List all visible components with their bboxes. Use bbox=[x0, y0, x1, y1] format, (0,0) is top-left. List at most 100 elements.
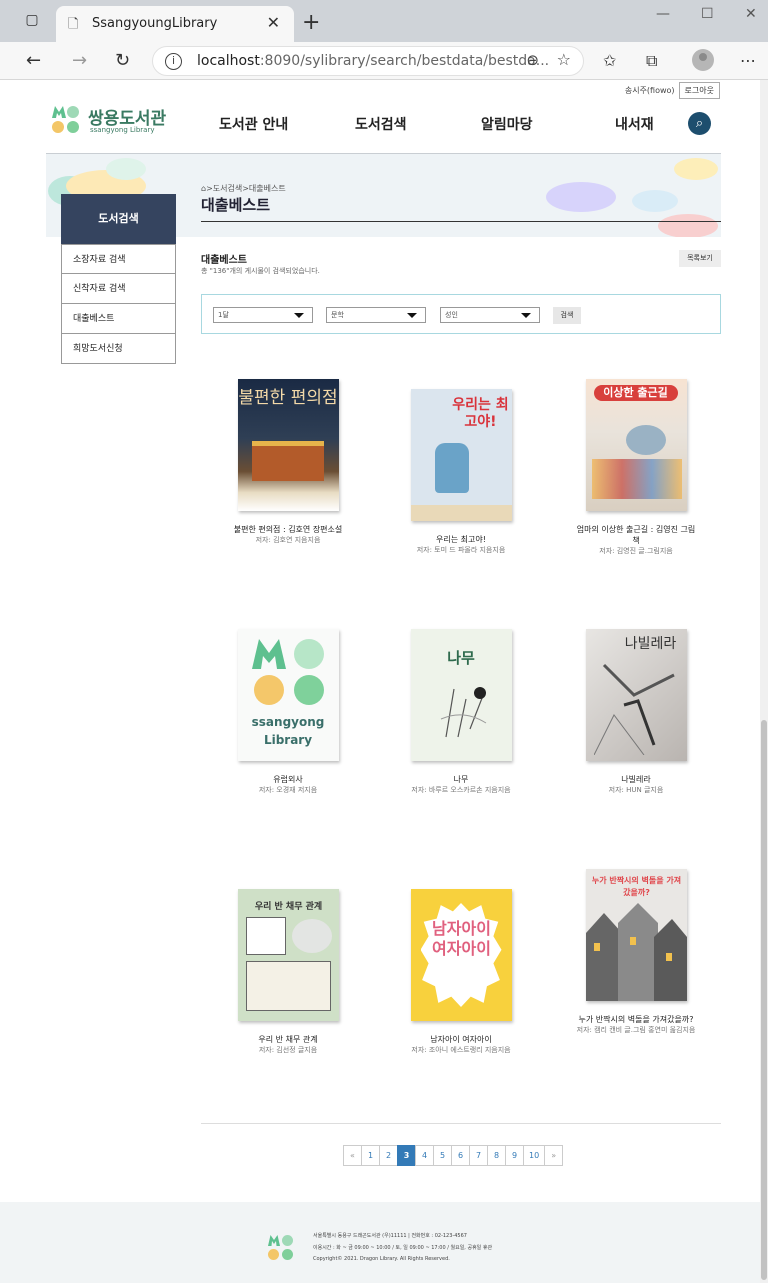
book-item[interactable]: 불편한 편의점 불편한 편의점 : 김호연 장편소설 저자: 김호연 지음지음 bbox=[213, 379, 363, 545]
book-item[interactable]: 남자아이 여자아이 남자아이 여자아이 저자: 조아니 에스트랭리 지음지음 bbox=[386, 889, 536, 1055]
back-icon[interactable]: ← bbox=[26, 50, 41, 71]
book-title[interactable]: 우리는 최고야! bbox=[386, 534, 536, 545]
book-author: 저자: 바루르 오스카르손 지음지음 bbox=[411, 786, 511, 794]
book-cover[interactable]: 우리는 최고야! bbox=[410, 389, 512, 521]
nav-notice[interactable]: 알림마당 bbox=[481, 114, 533, 134]
browser-tabbar: ▢ 🗋 SsangyoungLibrary ✕ + — ☐ ✕ bbox=[0, 0, 768, 42]
nav-library-info[interactable]: 도서관 안내 bbox=[219, 114, 288, 134]
prev-page-button[interactable]: « bbox=[343, 1145, 362, 1166]
cover-title: 나빌레라 bbox=[624, 636, 677, 652]
reload-icon[interactable]: ↻ bbox=[115, 50, 130, 71]
site-info-icon[interactable]: i bbox=[165, 53, 182, 70]
scrollbar-thumb[interactable] bbox=[761, 720, 767, 1280]
page-button[interactable]: 5 bbox=[433, 1145, 452, 1166]
book-cover[interactable]: ssangyong Library bbox=[237, 629, 339, 761]
book-cover[interactable]: 불편한 편의점 bbox=[237, 379, 339, 511]
book-item[interactable]: ssangyong Library 유럽외사 저자: 오경재 저지음 bbox=[213, 629, 363, 795]
cover-art bbox=[585, 903, 687, 1001]
page-scrollbar[interactable] bbox=[760, 80, 768, 1283]
favorites-icon[interactable]: ✩ bbox=[603, 51, 616, 70]
page-button[interactable]: 7 bbox=[469, 1145, 488, 1166]
logout-button[interactable]: 로그아웃 bbox=[678, 82, 720, 99]
footer-hours: 이용시간 : 화 ~ 금 09:00 ~ 10:00 / 토, 일 09:00 … bbox=[313, 1245, 493, 1251]
book-cover[interactable]: 나빌레라 bbox=[585, 629, 687, 761]
cover-title: 남자아이 여자아이 bbox=[432, 919, 491, 958]
breadcrumb: ⌂>도서검색>대출베스트 bbox=[201, 184, 286, 193]
more-menu-icon[interactable]: ⋯ bbox=[740, 51, 756, 70]
book-cover[interactable]: 남자아이 여자아이 bbox=[410, 889, 512, 1021]
new-tab-icon[interactable]: + bbox=[302, 10, 320, 35]
sidebar-item-new-arrivals[interactable]: 신착자료 검색 bbox=[61, 274, 176, 304]
book-title[interactable]: 남자아이 여자아이 bbox=[386, 1034, 536, 1045]
cloud-decoration bbox=[632, 190, 678, 212]
cover-art bbox=[440, 687, 486, 738]
book-title[interactable]: 엄마의 이상한 출근길 : 김영진 그림책 bbox=[561, 524, 711, 546]
sidebar-heading: 도서검색 bbox=[61, 194, 176, 244]
maximize-icon[interactable]: ☐ bbox=[701, 6, 714, 22]
zoom-icon[interactable]: ⊖ bbox=[526, 51, 539, 69]
page-button[interactable]: 8 bbox=[487, 1145, 506, 1166]
close-tab-icon[interactable]: ✕ bbox=[267, 13, 280, 32]
book-title[interactable]: 나빌레라 bbox=[561, 774, 711, 785]
book-author: 저자: 김영진 글.그림지음 bbox=[599, 547, 673, 555]
book-item[interactable]: 누가 반짝시의 벽돌을 가져갔을까? 누가 반짝시의 벽돌을 가져갔을까? 저자… bbox=[561, 869, 711, 1035]
cover-title: 누가 반짝시의 벽돌을 가져갔을까? bbox=[591, 876, 682, 897]
url-field[interactable]: i localhost:8090/sylibrary/search/bestda… bbox=[152, 46, 584, 76]
page-button-active[interactable]: 3 bbox=[397, 1145, 416, 1166]
book-cover[interactable]: 우리 반 채무 관계 bbox=[237, 889, 339, 1021]
page-button[interactable]: 4 bbox=[415, 1145, 434, 1166]
book-item[interactable]: 나무 나무 저자: 바루르 오스카르손 지음지음 bbox=[386, 629, 536, 795]
page-button[interactable]: 1 bbox=[361, 1145, 380, 1166]
cover-title: 우리 반 채무 관계 bbox=[254, 902, 323, 912]
tab-title: SsangyoungLibrary bbox=[92, 16, 218, 31]
book-item[interactable]: 이상한 출근길 엄마의 이상한 출근길 : 김영진 그림책 저자: 김영진 글.… bbox=[561, 379, 711, 556]
chevron-down-icon bbox=[294, 313, 304, 318]
filter-search-button[interactable]: 검색 bbox=[553, 307, 581, 324]
add-favorite-icon[interactable]: ☆ bbox=[557, 50, 571, 69]
search-icon[interactable]: ⌕ bbox=[688, 112, 711, 135]
book-title[interactable]: 불편한 편의점 : 김호연 장편소설 bbox=[213, 524, 363, 535]
browser-tab[interactable]: 🗋 SsangyoungLibrary ✕ bbox=[56, 6, 294, 42]
book-cover[interactable]: 이상한 출근길 bbox=[585, 379, 687, 511]
sidebar-item-book-request[interactable]: 희망도서신청 bbox=[61, 334, 176, 364]
page-button[interactable]: 6 bbox=[451, 1145, 470, 1166]
page-button[interactable]: 2 bbox=[379, 1145, 398, 1166]
next-page-button[interactable]: » bbox=[544, 1145, 564, 1166]
cover-title: 나무 bbox=[447, 649, 475, 667]
sidebar-item-holdings-search[interactable]: 소장자료 검색 bbox=[61, 244, 176, 274]
book-item[interactable]: 나빌레라 나빌레라 저자: HUN 글지음 bbox=[561, 629, 711, 795]
sidebar-item-loan-best[interactable]: 대출베스트 bbox=[61, 304, 176, 334]
site-footer: 서울특별시 동용구 드래곤도서관 (우)11111 | 전화번호 : 02-12… bbox=[0, 1202, 760, 1283]
book-item[interactable]: 우리 반 채무 관계 우리 반 채무 관계 저자: 김선정 글지음 bbox=[213, 889, 363, 1055]
book-cover[interactable]: 나무 bbox=[410, 629, 512, 761]
collections-icon[interactable]: ⧉ bbox=[646, 51, 657, 71]
page-button[interactable]: 10 bbox=[523, 1145, 546, 1166]
list-view-button[interactable]: 목록보기 bbox=[679, 250, 721, 267]
tab-actions-icon[interactable]: ▢ bbox=[24, 12, 40, 28]
book-item[interactable]: 우리는 최고야! 우리는 최고야! 저자: 토미 드 파올라 지음지음 bbox=[386, 389, 536, 555]
cloud-decoration bbox=[546, 182, 616, 212]
nav-book-search[interactable]: 도서검색 bbox=[355, 114, 407, 134]
cover-title: ssangyong Library bbox=[251, 715, 325, 747]
forward-icon[interactable]: → bbox=[72, 50, 87, 71]
book-title[interactable]: 누가 반짝시의 벽돌을 가져갔을까? bbox=[561, 1014, 711, 1025]
genre-select[interactable]: 문학 bbox=[326, 307, 426, 323]
nav-my-library[interactable]: 내서재 bbox=[615, 114, 654, 134]
book-author: 저자: 캠리 캔비 글.그림 홍연미 옮김지음 bbox=[576, 1026, 696, 1034]
book-cover[interactable]: 누가 반짝시의 벽돌을 가져갔을까? bbox=[585, 869, 687, 1001]
minimize-icon[interactable]: — bbox=[656, 6, 670, 22]
close-window-icon[interactable]: ✕ bbox=[745, 6, 757, 22]
chevron-down-icon bbox=[407, 313, 417, 318]
age-select[interactable]: 성인 bbox=[440, 307, 540, 323]
period-select[interactable]: 1달 bbox=[213, 307, 313, 323]
profile-avatar[interactable] bbox=[692, 49, 714, 71]
cover-title: 불편한 편의점 bbox=[238, 388, 338, 408]
page-button[interactable]: 9 bbox=[505, 1145, 524, 1166]
filter-box: 1달 문학 성인 검색 bbox=[201, 294, 721, 334]
book-title[interactable]: 나무 bbox=[386, 774, 536, 785]
logo-mark bbox=[251, 639, 286, 669]
book-title[interactable]: 유럽외사 bbox=[213, 774, 363, 785]
cover-art bbox=[410, 505, 512, 521]
cover-art bbox=[625, 425, 666, 455]
book-title[interactable]: 우리 반 채무 관계 bbox=[213, 1034, 363, 1045]
